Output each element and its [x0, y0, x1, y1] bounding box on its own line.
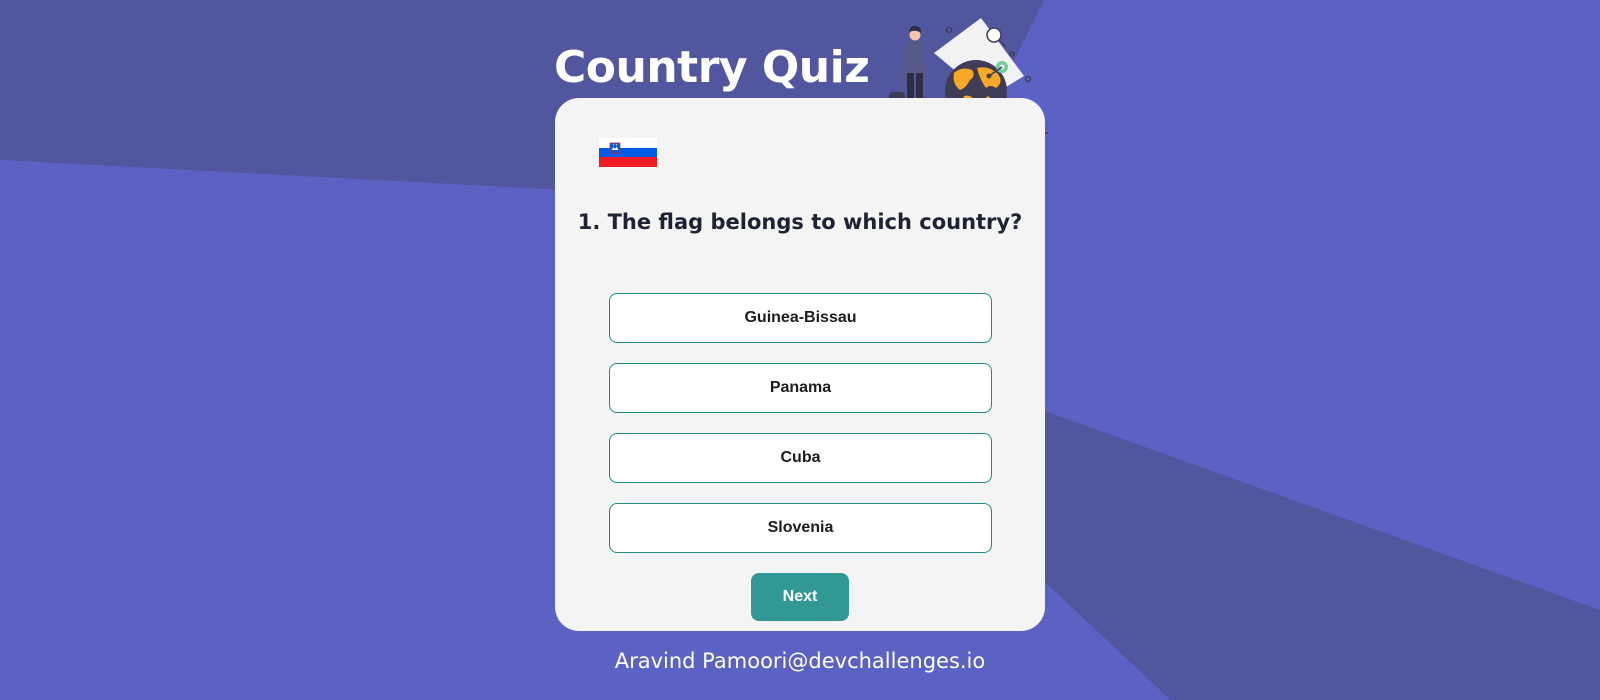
quiz-page: Country Quiz 1. The flag belongs to whic… — [0, 0, 1600, 700]
magnifier-icon — [986, 27, 1002, 43]
answer-option-cuba[interactable]: Cuba — [609, 433, 992, 483]
question-text: 1. The flag belongs to which country? — [577, 210, 1023, 234]
answer-option-panama[interactable]: Panama — [609, 363, 992, 413]
quiz-card: 1. The flag belongs to which country? Gu… — [555, 98, 1045, 631]
answer-option-guinea-bissau[interactable]: Guinea-Bissau — [609, 293, 992, 343]
slovenia-flag-icon — [599, 138, 657, 167]
page-title: Country Quiz — [554, 42, 870, 93]
answer-options: Guinea-Bissau Panama Cuba Slovenia — [609, 293, 992, 573]
next-button[interactable]: Next — [751, 573, 849, 621]
footer-credit: Aravind Pamoori@devchallenges.io — [614, 649, 986, 673]
answer-option-slovenia[interactable]: Slovenia — [609, 503, 992, 553]
